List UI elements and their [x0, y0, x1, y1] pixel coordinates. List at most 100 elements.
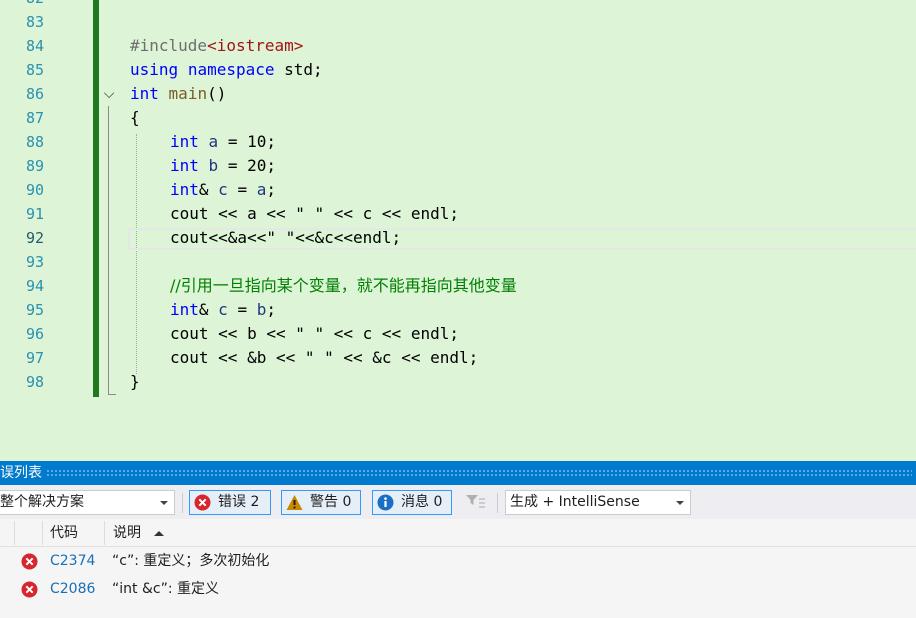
- keyword: using: [130, 60, 179, 79]
- error-row[interactable]: C2374 “c”: 重定义；多次初始化: [0, 547, 916, 575]
- build-filter-value: 生成 + IntelliSense: [510, 494, 640, 510]
- chevron-down-icon: [160, 501, 168, 505]
- code-text: cout << &b << " " << &c << endl;: [170, 348, 479, 367]
- line-number: 98: [25, 373, 44, 391]
- line-number: 84: [25, 37, 44, 55]
- line-number: 90: [25, 181, 44, 199]
- warnings-filter-label: 警告 0: [310, 494, 352, 510]
- code-text: (): [207, 84, 227, 103]
- code-line-86[interactable]: int main(): [130, 82, 226, 106]
- variable: b: [256, 300, 267, 319]
- error-list-toolbar: 整个解决方案 错误 2 警告 0 消息 0 生成 + IntelliSense: [0, 485, 916, 519]
- line-number: 91: [25, 205, 44, 223]
- line-number: 89: [25, 157, 44, 175]
- code-text: ;: [266, 180, 276, 199]
- line-number: 94: [25, 277, 44, 295]
- include-target: <iostream>: [207, 36, 304, 55]
- scope-value: 整个解决方案: [0, 494, 84, 510]
- code-text: ;: [266, 300, 276, 319]
- code-line-90[interactable]: int& c = a;: [170, 178, 276, 202]
- error-row[interactable]: C2086 “int &c”: 重定义: [0, 575, 916, 603]
- line-number: 85: [25, 61, 44, 79]
- error-code-link[interactable]: C2374: [50, 547, 95, 575]
- messages-filter-button[interactable]: 消息 0: [372, 490, 452, 515]
- build-intellisense-dropdown[interactable]: 生成 + IntelliSense: [505, 490, 691, 515]
- code-text: cout<<&a<<" "<<&c<<endl;: [170, 228, 402, 247]
- column-header-description[interactable]: 说明: [113, 519, 141, 547]
- variable: c: [218, 300, 228, 319]
- code-text: cout << b << " " << c << endl;: [170, 324, 459, 343]
- filter-icon[interactable]: [462, 490, 488, 515]
- code-line-88[interactable]: int a = 10;: [170, 130, 276, 154]
- scope-dropdown[interactable]: 整个解决方案: [0, 490, 175, 515]
- code-editor[interactable]: 82 83 84 85 86 87 88 89 90 91 92 93 94 95 96 97 98 ⌵ #in…: [0, 0, 916, 461]
- code-line-98[interactable]: }: [130, 370, 140, 394]
- warning-icon: [286, 495, 303, 510]
- code-line-97[interactable]: cout << &b << " " << &c << endl;: [170, 346, 478, 370]
- variable: a: [208, 132, 219, 151]
- code-line-95[interactable]: int& c = b;: [170, 298, 276, 322]
- variable: c: [218, 180, 228, 199]
- error-icon: [21, 553, 38, 570]
- error-icon: [194, 494, 211, 511]
- fold-guide-line: [108, 106, 109, 394]
- code-text: =: [227, 300, 257, 319]
- chevron-down-icon: [676, 501, 684, 505]
- line-number: 83: [25, 13, 44, 31]
- toolbar-divider: [182, 493, 183, 513]
- error-list-panel: 误列表 整个解决方案 错误 2 警告 0 消息 0 生成 + IntelliSe…: [0, 461, 916, 618]
- keyword: int: [170, 156, 199, 175]
- code-line-91[interactable]: cout << a << " " << c << endl;: [170, 202, 459, 226]
- line-number: 92: [25, 229, 44, 247]
- keyword: namespace: [187, 60, 275, 79]
- keyword: int: [170, 180, 199, 199]
- keyword: int: [130, 84, 159, 103]
- line-number: 86: [25, 85, 44, 103]
- column-divider: [42, 521, 43, 545]
- preprocessor-directive: #include: [130, 36, 208, 55]
- variable: a: [256, 180, 267, 199]
- error-grid-header: 代码 说明: [0, 519, 916, 547]
- errors-filter-button[interactable]: 错误 2: [189, 490, 271, 515]
- line-number: 95: [25, 301, 44, 319]
- code-text: cout << a << " " << c << endl;: [170, 204, 459, 223]
- change-tracking-bar: [93, 0, 99, 397]
- code-text: std;: [274, 60, 323, 79]
- fold-toggle-icon[interactable]: ⌵: [101, 86, 117, 102]
- code-line-94[interactable]: //引用一旦指向某个变量，就不能再指向其他变量: [170, 274, 517, 298]
- error-icon: [21, 581, 38, 598]
- indent-guide: [136, 134, 137, 374]
- line-number: 82: [0, 0, 44, 10]
- code-comment: //引用一旦指向某个变量，就不能再指向其他变量: [170, 276, 517, 295]
- code-text: = 20;: [218, 156, 276, 175]
- code-line-87[interactable]: {: [130, 106, 140, 130]
- line-number: 96: [25, 325, 44, 343]
- code-text: = 10;: [218, 132, 276, 151]
- sort-ascending-icon: [154, 531, 164, 536]
- warnings-filter-button[interactable]: 警告 0: [281, 490, 361, 515]
- line-number: 97: [25, 349, 44, 367]
- column-divider: [14, 521, 15, 545]
- code-line-96[interactable]: cout << b << " " << c << endl;: [170, 322, 459, 346]
- keyword: int: [170, 300, 199, 319]
- line-number: 93: [25, 253, 44, 271]
- code-text: }: [130, 372, 140, 391]
- keyword: int: [170, 132, 199, 151]
- line-number: 88: [25, 133, 44, 151]
- info-icon: [377, 494, 394, 511]
- code-line-85[interactable]: using namespace std;: [130, 58, 323, 82]
- panel-grip[interactable]: [46, 469, 912, 477]
- toolbar-divider: [497, 493, 498, 513]
- code-line-92[interactable]: cout<<&a<<" "<<&c<<endl;: [170, 226, 401, 250]
- code-line-84[interactable]: #include<iostream>: [130, 34, 303, 58]
- panel-title-bar[interactable]: 误列表: [0, 461, 916, 485]
- code-line-89[interactable]: int b = 20;: [170, 154, 276, 178]
- function-name: main: [168, 84, 208, 103]
- code-text: {: [130, 108, 140, 127]
- column-divider: [104, 521, 105, 545]
- variable: b: [208, 156, 219, 175]
- errors-filter-label: 错误 2: [218, 494, 260, 510]
- error-code-link[interactable]: C2086: [50, 575, 95, 603]
- panel-title: 误列表: [0, 465, 42, 481]
- column-header-code[interactable]: 代码: [50, 519, 78, 547]
